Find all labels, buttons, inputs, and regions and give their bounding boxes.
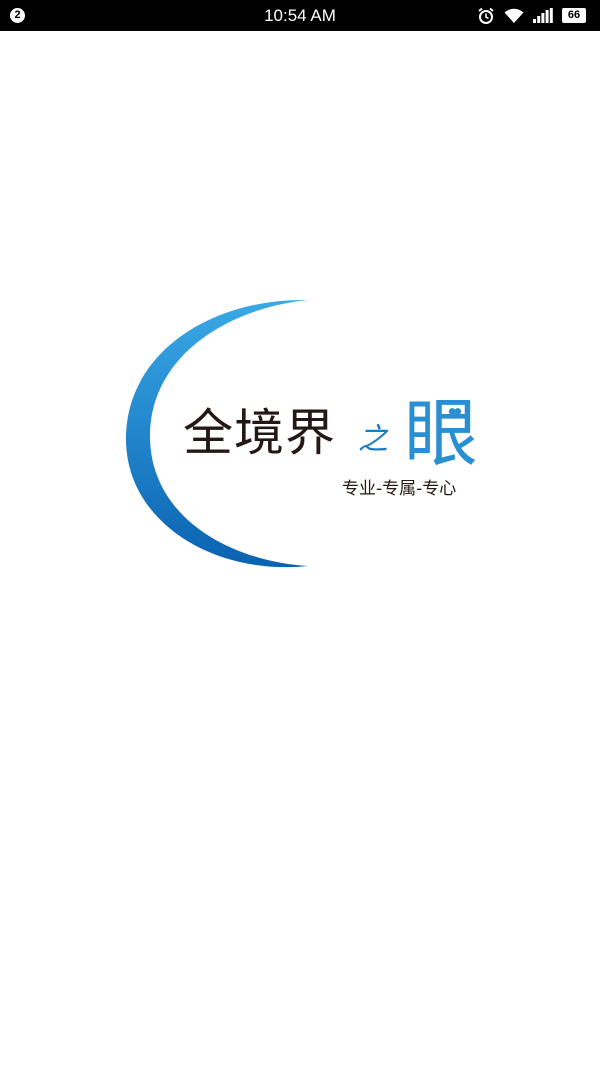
logo-tagline: 专业-专属-专心 (342, 479, 457, 499)
alarm-icon (478, 7, 494, 24)
heart-icon (448, 408, 462, 419)
splash-screen: 2 10:54 AM 66 全境界 之 眼 专业-专属-专心 (0, 0, 600, 1067)
logo-title-eye: 眼 (404, 391, 478, 477)
logo-title: 全境界 (183, 404, 336, 462)
status-bar: 2 10:54 AM 66 (0, 0, 600, 31)
wifi-icon (504, 8, 524, 23)
battery-icon: 66 (562, 8, 586, 23)
signal-icon (533, 8, 553, 23)
status-icons: 66 (477, 5, 586, 26)
logo-title-connector: 之 (358, 422, 388, 457)
